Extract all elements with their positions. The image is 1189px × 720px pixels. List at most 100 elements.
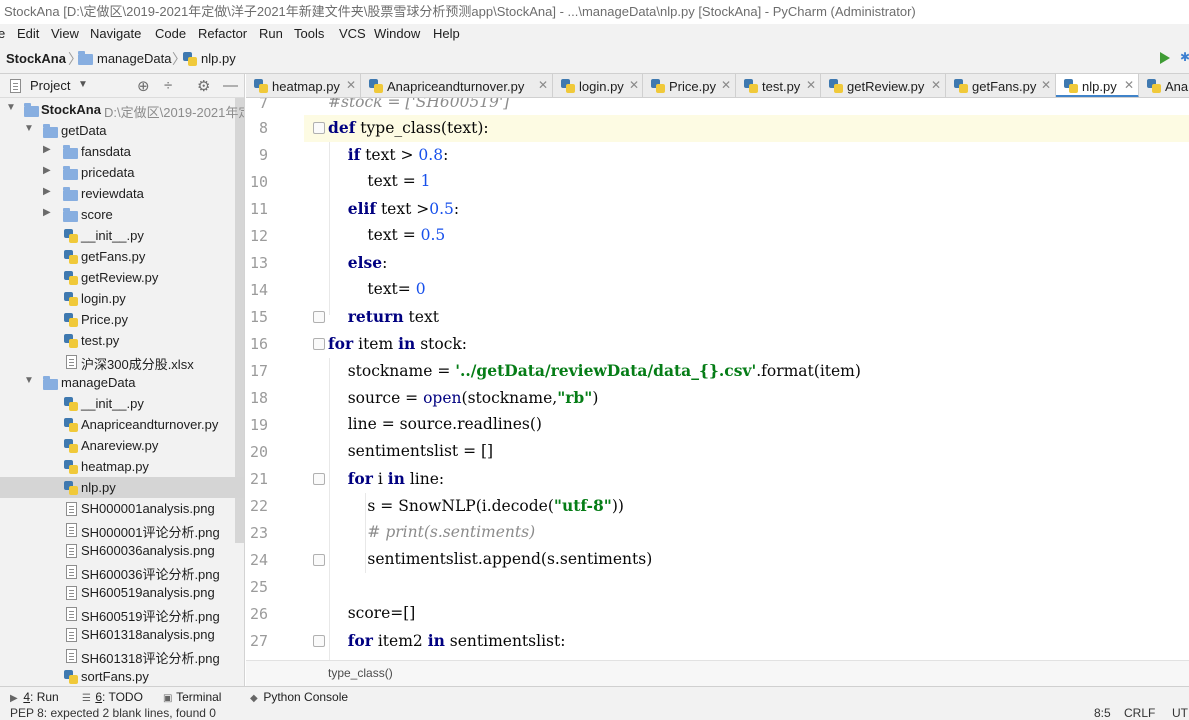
- debug-icon[interactable]: ✱: [1180, 50, 1189, 66]
- tree-item-init-py[interactable]: __init__.py: [0, 225, 244, 246]
- menu-navigate[interactable]: Navigate: [90, 24, 141, 44]
- tab-label: getReview.py: [847, 79, 925, 94]
- python-file-icon: [651, 79, 665, 93]
- tree-item-reviewdata[interactable]: ▶ reviewdata: [0, 183, 244, 204]
- menu-file[interactable]: e: [0, 24, 5, 44]
- tree-item-getreview-py[interactable]: getReview.py: [0, 267, 244, 288]
- menu-help[interactable]: Help: [433, 24, 460, 44]
- menu-code[interactable]: Code: [155, 24, 186, 44]
- close-icon[interactable]: ✕: [806, 78, 816, 92]
- chevron-down-icon[interactable]: ▼: [6, 102, 16, 113]
- menu-view[interactable]: View: [51, 24, 79, 44]
- tree-item-managedata[interactable]: ▼ manageData: [0, 372, 244, 393]
- tree-item-label: heatmap.py: [81, 459, 149, 474]
- tab-login-py[interactable]: login.py ✕: [553, 74, 643, 97]
- code-line: def type_class(text):: [328, 118, 489, 137]
- hide-icon[interactable]: —: [223, 77, 238, 94]
- python-console-tool-button[interactable]: ◆ Python Console: [250, 690, 348, 704]
- tree-item-getdata[interactable]: ▼ getData: [0, 120, 244, 141]
- run-icon[interactable]: [1160, 52, 1170, 64]
- tree-item-nlp-py[interactable]: nlp.py: [0, 477, 244, 498]
- tree-item-label: pricedata: [81, 165, 135, 180]
- close-icon[interactable]: ✕: [721, 78, 731, 92]
- tree-item-fansdata[interactable]: ▶ fansdata: [0, 141, 244, 162]
- tab-getfans-py[interactable]: getFans.py ✕: [946, 74, 1056, 97]
- tree-item-score[interactable]: ▶ score: [0, 204, 244, 225]
- close-icon[interactable]: ✕: [1124, 78, 1134, 92]
- tree-item-anareview-py[interactable]: Anareview.py: [0, 435, 244, 456]
- tab-anapriceandturnover-py[interactable]: Anapriceandturnover.py ✕: [361, 74, 553, 97]
- chevron-right-icon[interactable]: ▶: [43, 186, 51, 197]
- tab-heatmap-py[interactable]: heatmap.py ✕: [246, 74, 361, 97]
- run-tool-button[interactable]: ▶ 4: Run: [10, 690, 59, 704]
- tree-item-png[interactable]: SH000001analysis.png: [0, 498, 244, 519]
- locate-icon[interactable]: ⊕: [137, 77, 150, 95]
- tab-getreview-py[interactable]: getReview.py ✕: [821, 74, 946, 97]
- nav-folder[interactable]: manageData: [97, 51, 171, 66]
- tree-item-heatmap-py[interactable]: heatmap.py: [0, 456, 244, 477]
- collapse-icon[interactable]: ÷: [164, 77, 172, 94]
- line-number: 22: [249, 497, 268, 515]
- fold-icon[interactable]: [313, 554, 325, 566]
- fold-icon[interactable]: [313, 122, 325, 134]
- menu-edit[interactable]: Edit: [17, 24, 39, 44]
- file-encoding[interactable]: UT: [1172, 708, 1188, 720]
- fold-icon[interactable]: [313, 473, 325, 485]
- menu-run[interactable]: Run: [259, 24, 283, 44]
- nav-project[interactable]: StockAna: [6, 51, 66, 66]
- chevron-down-icon[interactable]: ▼: [24, 375, 34, 386]
- chevron-right-icon[interactable]: ▶: [43, 144, 51, 155]
- tree-item-png[interactable]: SH600036评论分析.png: [0, 561, 244, 582]
- chevron-down-icon[interactable]: ▼: [24, 123, 34, 134]
- tree-item-png[interactable]: SH600519评论分析.png: [0, 603, 244, 624]
- gear-icon[interactable]: ⚙: [197, 77, 210, 95]
- fold-icon[interactable]: [313, 311, 325, 323]
- tab-price-py[interactable]: Price.py ✕: [643, 74, 736, 97]
- tree-item-pricedata[interactable]: ▶ pricedata: [0, 162, 244, 183]
- tab-nlp-py[interactable]: nlp.py ✕: [1056, 74, 1139, 97]
- breadcrumb-function[interactable]: type_class(): [328, 666, 393, 680]
- project-panel-title[interactable]: Project: [30, 78, 70, 93]
- tree-item-png[interactable]: SH601318评论分析.png: [0, 645, 244, 666]
- code-editor[interactable]: 7 8 9 10 11 12 13 14 15 16 17 18 19 20 2…: [246, 98, 1189, 660]
- fold-icon[interactable]: [313, 338, 325, 350]
- tree-item-getfans-py[interactable]: getFans.py: [0, 246, 244, 267]
- fold-icon[interactable]: [313, 635, 325, 647]
- todo-tool-button[interactable]: ☰ 6: TODO: [82, 690, 143, 704]
- tree-item-anapriceandturnover-py[interactable]: Anapriceandturnover.py: [0, 414, 244, 435]
- tree-item-xlsx[interactable]: 沪深300成分股.xlsx: [0, 351, 244, 372]
- menu-vcs[interactable]: VCS: [339, 24, 366, 44]
- tab-label: heatmap.py: [272, 79, 340, 94]
- menu-tools[interactable]: Tools: [294, 24, 324, 44]
- tree-item-price-py[interactable]: Price.py: [0, 309, 244, 330]
- tree-item-login-py[interactable]: login.py: [0, 288, 244, 309]
- close-icon[interactable]: ✕: [538, 78, 548, 92]
- tree-item-stockana[interactable]: ▼ StockAna D:\定做区\2019-2021年定: [0, 99, 244, 120]
- terminal-icon: ▣: [163, 693, 173, 704]
- menu-window[interactable]: Window: [374, 24, 420, 44]
- line-separator[interactable]: CRLF: [1124, 708, 1155, 720]
- folder-icon: [63, 166, 78, 180]
- tab-anareview-py[interactable]: Anar: [1139, 74, 1189, 97]
- tree-item-sortfans-py[interactable]: sortFans.py: [0, 666, 244, 686]
- line-number: 25: [249, 578, 268, 596]
- tree-item-png[interactable]: SH601318analysis.png: [0, 624, 244, 645]
- menu-refactor[interactable]: Refactor: [198, 24, 247, 44]
- tree-item-init-py-2[interactable]: __init__.py: [0, 393, 244, 414]
- chevron-right-icon[interactable]: ▶: [43, 165, 51, 176]
- caret-position[interactable]: 8:5: [1094, 708, 1111, 720]
- close-icon[interactable]: ✕: [629, 78, 639, 92]
- chevron-right-icon[interactable]: ▶: [43, 207, 51, 218]
- tree-item-png[interactable]: SH000001评论分析.png: [0, 519, 244, 540]
- tree-item-png[interactable]: SH600519analysis.png: [0, 582, 244, 603]
- terminal-tool-button[interactable]: ▣ Terminal: [163, 690, 221, 704]
- close-icon[interactable]: ✕: [1041, 78, 1051, 92]
- tree-item-label: 沪深300成分股.xlsx: [81, 357, 194, 372]
- close-icon[interactable]: ✕: [931, 78, 941, 92]
- chevron-down-icon[interactable]: ▼: [78, 79, 88, 90]
- tree-item-png[interactable]: SH600036analysis.png: [0, 540, 244, 561]
- tab-test-py[interactable]: test.py ✕: [736, 74, 821, 97]
- tree-item-test-py[interactable]: test.py: [0, 330, 244, 351]
- close-icon[interactable]: ✕: [346, 78, 356, 92]
- nav-file[interactable]: nlp.py: [201, 51, 236, 66]
